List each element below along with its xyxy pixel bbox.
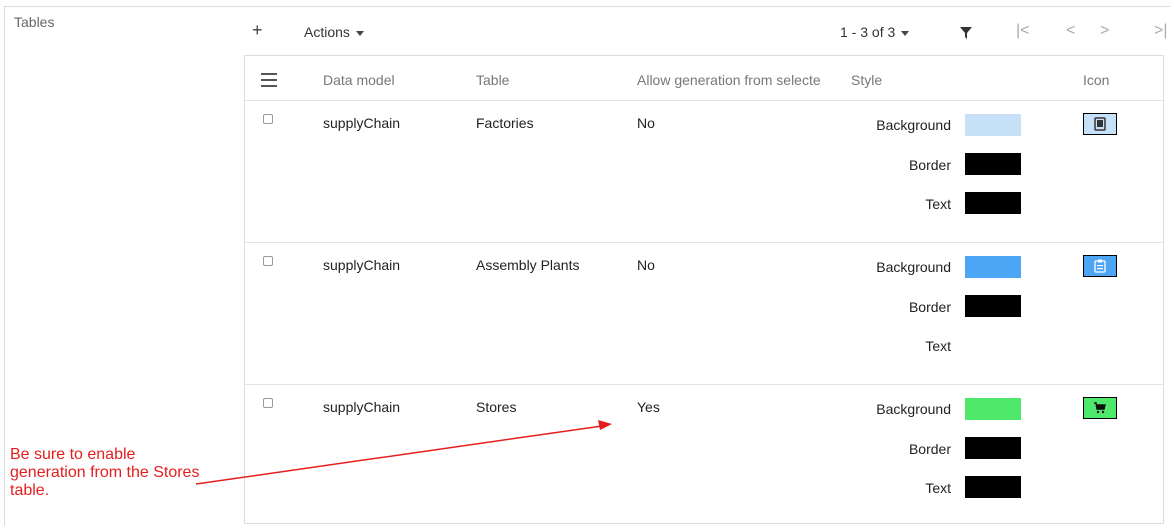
filter-icon[interactable]	[960, 26, 972, 42]
annotation-note: Be sure to enable generation from the St…	[10, 446, 200, 499]
previous-page-icon[interactable]: <	[1066, 22, 1075, 40]
border-swatch[interactable]	[965, 437, 1021, 459]
actions-label: Actions	[304, 24, 350, 40]
column-header-table[interactable]: Table	[476, 72, 509, 88]
text-label: Text	[925, 196, 951, 212]
border-swatch[interactable]	[965, 153, 1021, 175]
toolbar: + Actions 1 - 3 of 3 |< < > >|	[244, 16, 1174, 48]
section-label: Tables	[14, 14, 55, 30]
first-page-icon[interactable]: |<	[1016, 22, 1030, 40]
background-swatch[interactable]	[965, 114, 1021, 136]
background-swatch[interactable]	[965, 398, 1021, 420]
cart-icon[interactable]	[1083, 397, 1117, 419]
row-checkbox[interactable]	[263, 256, 273, 266]
allow-generation-cell: Yes	[637, 399, 660, 415]
border-swatch[interactable]	[965, 295, 1021, 317]
data-model-cell: supplyChain	[323, 399, 401, 415]
table-cell: Assembly Plants	[476, 257, 580, 273]
column-menu-icon[interactable]	[261, 73, 277, 91]
table-row[interactable]: supplyChain Factories No Background Bord…	[245, 100, 1163, 242]
pagination-label: 1 - 3 of 3	[840, 24, 896, 40]
actions-dropdown[interactable]: Actions	[304, 24, 364, 40]
row-checkbox[interactable]	[263, 398, 273, 408]
text-label: Text	[925, 480, 951, 496]
background-label: Background	[876, 117, 951, 133]
last-page-icon[interactable]: >|	[1154, 22, 1168, 40]
background-label: Background	[876, 259, 951, 275]
pagination-dropdown[interactable]: 1 - 3 of 3	[840, 24, 910, 40]
column-header-icon[interactable]: Icon	[1083, 72, 1109, 88]
tables-grid: Data model Table Allow generation from s…	[244, 55, 1164, 524]
border-label: Border	[908, 441, 951, 457]
text-label: Text	[925, 338, 951, 354]
allow-generation-cell: No	[637, 257, 655, 273]
column-header-allow-generation[interactable]: Allow generation from selecte	[637, 72, 845, 88]
allow-generation-cell: No	[637, 115, 655, 131]
table-cell: Factories	[476, 115, 534, 131]
table-row[interactable]: supplyChain Stores Yes Background Border…	[245, 384, 1163, 526]
data-model-cell: supplyChain	[323, 257, 401, 273]
border-label: Border	[908, 157, 951, 173]
table-header: Data model Table Allow generation from s…	[245, 56, 1163, 100]
clipboard-icon[interactable]	[1083, 255, 1117, 277]
add-button[interactable]: +	[252, 20, 263, 41]
data-model-cell: supplyChain	[323, 115, 401, 131]
text-swatch[interactable]	[965, 334, 1021, 356]
text-swatch[interactable]	[965, 192, 1021, 214]
factory-icon[interactable]	[1083, 113, 1117, 135]
column-header-style[interactable]: Style	[851, 72, 882, 88]
table-row[interactable]: supplyChain Assembly Plants No Backgroun…	[245, 242, 1163, 384]
border-label: Border	[908, 299, 951, 315]
row-checkbox[interactable]	[263, 114, 273, 124]
background-label: Background	[876, 401, 951, 417]
chevron-down-icon	[901, 30, 910, 36]
background-swatch[interactable]	[965, 256, 1021, 278]
table-cell: Stores	[476, 399, 517, 415]
text-swatch[interactable]	[965, 476, 1021, 498]
column-header-data-model[interactable]: Data model	[323, 72, 395, 88]
chevron-down-icon	[355, 30, 364, 36]
next-page-icon[interactable]: >	[1100, 22, 1109, 40]
